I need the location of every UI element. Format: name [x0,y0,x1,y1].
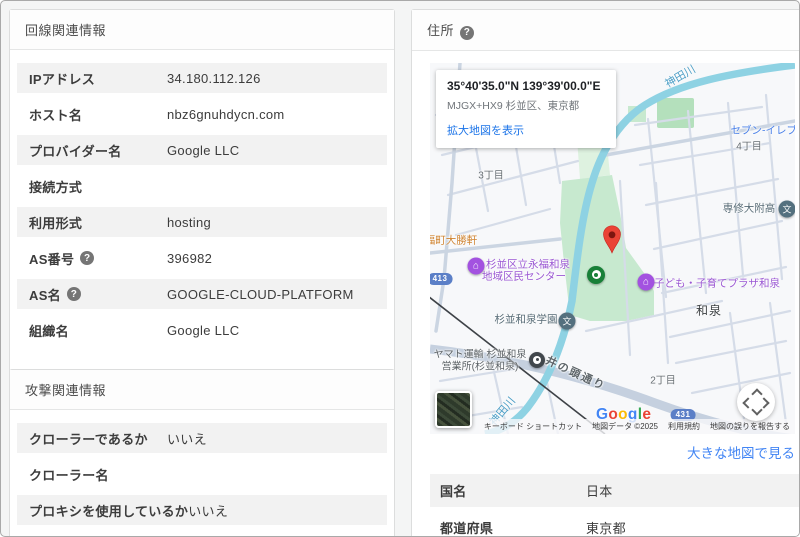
row-value: 34.180.112.126 [167,71,261,86]
pan-control[interactable] [737,383,775,421]
row-label: 組織名 [29,321,167,340]
page-frame: 回線関連情報 IPアドレス34.180.112.126 ホスト名nbz6gnuhd… [0,0,800,537]
info-row: 接続方式 [17,171,387,201]
map-attribution-item: 地図データ ©2025 [592,421,658,432]
row-label: プロバイダー名 [29,141,167,160]
info-row: 組織名Google LLC [17,315,387,345]
transport-poi-icon [529,352,545,368]
satellite-view-toggle[interactable] [435,391,472,428]
address-rows: 国名日本都道府県東京都 [430,474,800,537]
row-value: Google LLC [167,143,239,158]
map-attribution-item[interactable]: 利用規約 [668,421,700,432]
google-map-embed[interactable]: 35°40'35.0"N 139°39'00.0"E MJGX+HX9 杉並区、… [430,63,795,434]
row-value: 東京都 [586,518,626,537]
info-row: IPアドレス34.180.112.126 [17,63,387,93]
row-label: ホスト名 [29,105,167,124]
row-label: IPアドレス [29,69,167,88]
address-title-text: 住所 [427,23,454,38]
map-info-card: 35°40'35.0"N 139°39'00.0"E MJGX+HX9 杉並区、… [436,70,616,148]
row-label: クローラーであるか [29,429,167,448]
school-poi-icon: 文 [779,200,796,217]
attack-info-rows: クローラーであるかいいえクローラー名プロキシを使用しているかいいえ [10,410,394,537]
address-title: 住所? [412,10,800,51]
info-row: 都道府県東京都 [430,511,800,537]
attack-info-card: 攻撃関連情報 クローラーであるかいいえクローラー名プロキシを使用しているかいいえ [9,369,395,537]
row-value: いいえ [167,429,207,448]
row-label: 接続方式 [29,177,167,196]
map-coordinates: 35°40'35.0"N 139°39'00.0"E [447,79,605,93]
help-icon[interactable]: ? [80,251,94,265]
row-label: AS名? [29,285,167,304]
line-info-card: 回線関連情報 IPアドレス34.180.112.126 ホスト名nbz6gnuhd… [9,9,395,376]
info-row: プロバイダー名Google LLC [17,135,387,165]
map-attribution-bar: キーボード ショートカット地図データ ©2025 利用規約地図の誤りを報告する [479,419,795,434]
map-attribution-item[interactable]: キーボード ショートカット [484,421,582,432]
enlarge-map-link[interactable]: 拡大地図を表示 [447,122,524,138]
row-label: 国名 [440,481,586,500]
row-label: 都道府県 [440,518,586,537]
map-attribution-item[interactable]: 地図の誤りを報告する [710,421,790,432]
address-card: 住所? [411,9,800,537]
civic-poi-icon: ⌂ [638,273,655,290]
attack-info-title: 攻撃関連情報 [10,370,394,410]
line-info-rows: IPアドレス34.180.112.126 ホスト名nbz6gnuhdycn.com… [10,50,394,375]
row-value: 日本 [586,481,613,500]
info-row: クローラー名 [17,459,387,489]
larger-map-row: 大きな地図で見る [430,434,795,472]
help-icon[interactable]: ? [67,287,81,301]
pan-up-icon [751,388,762,399]
row-value: Google LLC [167,323,239,338]
row-value: 396982 [167,251,212,266]
pan-left-icon [742,397,753,408]
row-label: クローラー名 [29,465,167,484]
row-value: nbz6gnuhdycn.com [167,107,285,122]
civic-poi-icon: ⌂ [468,257,485,274]
info-row: 国名日本 [430,474,800,507]
info-row: クローラーであるかいいえ [17,423,387,453]
info-row: ホスト名nbz6gnuhdycn.com [17,99,387,129]
route-shield: 413 [430,273,452,285]
view-larger-map-link[interactable]: 大きな地図で見る [687,446,795,461]
help-icon[interactable]: ? [460,26,474,40]
school-poi-icon: 文 [559,312,576,329]
info-row: プロキシを使用しているかいいえ [17,495,387,525]
line-info-title: 回線関連情報 [10,10,394,50]
map-plus-code-address: MJGX+HX9 杉並区、東京都 [447,98,605,113]
row-value: いいえ [188,501,228,520]
row-label: 利用形式 [29,213,167,232]
address-body: 35°40'35.0"N 139°39'00.0"E MJGX+HX9 杉並区、… [412,51,800,537]
info-row: 利用形式hosting [17,207,387,237]
info-row: AS名?GOOGLE-CLOUD-PLATFORM [17,279,387,309]
park-poi-icon [587,266,605,284]
row-value: GOOGLE-CLOUD-PLATFORM [167,287,354,302]
row-label: AS番号? [29,249,167,268]
row-label: プロキシを使用しているか [29,501,188,520]
row-value: hosting [167,215,211,230]
info-row: AS番号?396982 [17,243,387,273]
